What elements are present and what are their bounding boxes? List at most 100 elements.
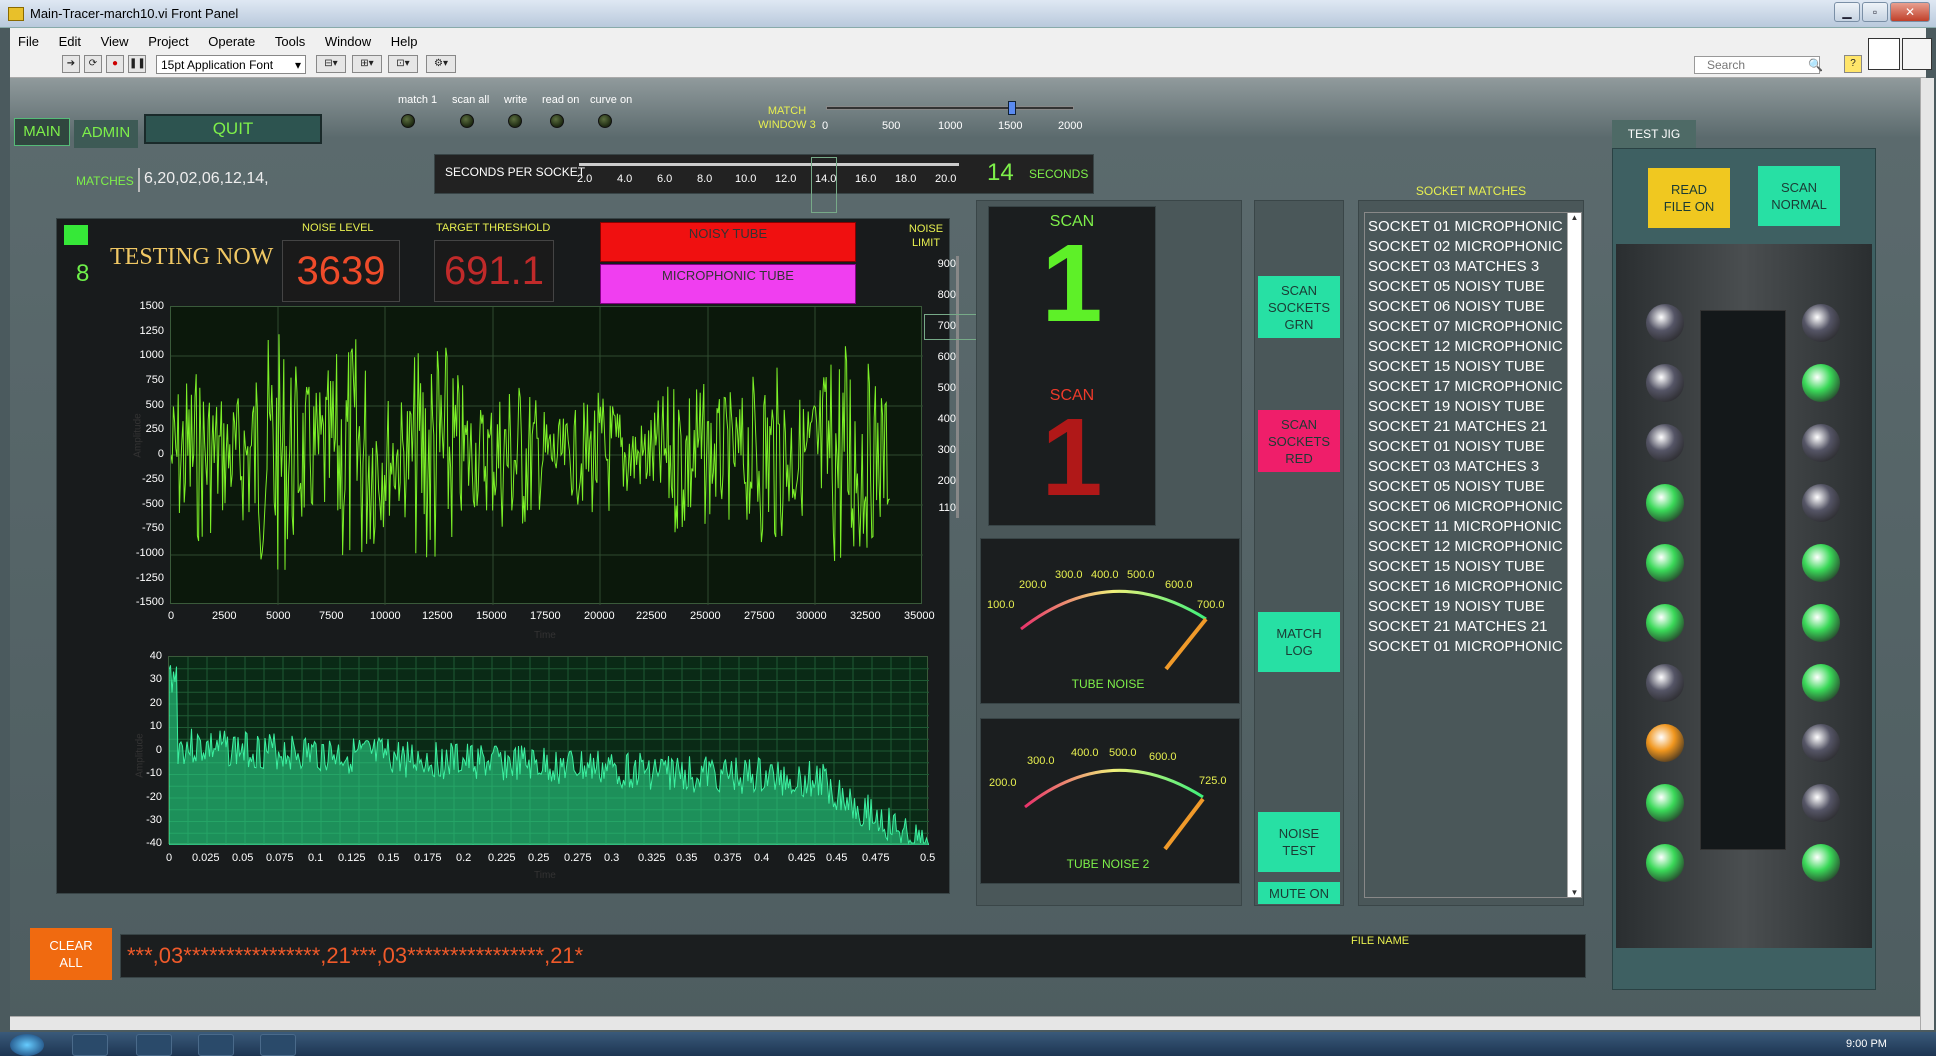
list-item[interactable]: SOCKET 02 MICROPHONIC [1368,237,1564,257]
tube-socket-right [1802,484,1840,522]
pause-icon[interactable]: ❚❚ [128,55,146,73]
list-item[interactable]: SOCKET 17 MICROPHONIC [1368,377,1564,397]
scan-sockets-grn-button[interactable]: SCAN SOCKETS GRN [1258,276,1340,338]
match-window-slider-thumb[interactable] [1008,101,1016,115]
horizontal-scrollbar[interactable] [10,1016,1920,1030]
list-item[interactable]: SOCKET 05 NOISY TUBE [1368,277,1564,297]
tab-test-jig[interactable]: TEST JIG [1612,120,1696,148]
tube-socket-left [1646,304,1684,342]
socket-matches-items: SOCKET 01 MICROPHONIC SOCKET 02 MICROPHON… [1368,217,1564,657]
distribute-icon[interactable]: ⊞▾ [352,55,382,73]
tube-noise-2-gauge: 200.0 300.0 400.0 500.0 600.0 725.0 TUBE… [980,718,1240,884]
search-input[interactable]: Search [1694,56,1820,74]
match-window-scale: 0 500 1000 1500 2000 [822,120,1083,132]
list-item[interactable]: SOCKET 16 MICROPHONIC [1368,577,1564,597]
list-item[interactable]: SOCKET 07 MICROPHONIC [1368,317,1564,337]
seconds-slider-track[interactable] [579,163,959,166]
scan-normal-button[interactable]: SCAN NORMAL [1758,166,1840,226]
labview-taskbar-icon[interactable] [198,1034,234,1056]
connector-pane-icon [1902,38,1932,70]
list-item[interactable]: SOCKET 01 MICROPHONIC [1368,637,1564,657]
list-item[interactable]: SOCKET 01 NOISY TUBE [1368,437,1564,457]
abort-icon[interactable]: ● [106,55,124,73]
gauge2-svg [1024,768,1205,851]
tab-main[interactable]: MAIN [14,118,70,146]
explorer-taskbar-icon[interactable] [136,1034,172,1056]
resize-icon[interactable]: ⊡▾ [388,55,418,73]
menu-operate[interactable]: Operate [208,34,255,49]
list-item[interactable]: SOCKET 19 NOISY TUBE [1368,397,1564,417]
help-icon[interactable]: ? [1844,55,1862,73]
reorder-icon[interactable]: ⚙▾ [426,55,456,73]
tube-socket-left [1646,664,1684,702]
list-item[interactable]: SOCKET 01 MICROPHONIC [1368,217,1564,237]
start-button-icon[interactable] [10,1034,44,1056]
file-name-label: FILE NAME [1351,935,1410,947]
menu-view[interactable]: View [101,34,129,49]
ie-taskbar-icon[interactable] [72,1034,108,1056]
menu-file[interactable]: File [18,34,39,49]
tab-admin[interactable]: ADMIN [74,120,138,148]
tube-socket-left [1646,784,1684,822]
list-item[interactable]: SOCKET 03 MATCHES 3 [1368,257,1564,277]
gauge1-label: TUBE NOISE [1071,677,1145,691]
matches-divider [138,168,140,192]
match-log-button[interactable]: MATCH LOG [1258,612,1340,672]
list-item[interactable]: SOCKET 15 NOISY TUBE [1368,557,1564,577]
list-item[interactable]: SOCKET 21 MATCHES 21 [1368,417,1564,437]
mute-on-button[interactable]: MUTE ON [1258,882,1340,904]
menu-edit[interactable]: Edit [59,34,81,49]
app-taskbar-icon[interactable] [260,1034,296,1056]
menu-window[interactable]: Window [325,34,371,49]
socket-list-scrollbar[interactable]: ▲ ▼ [1567,213,1581,897]
list-item[interactable]: SOCKET 15 NOISY TUBE [1368,357,1564,377]
list-item[interactable]: SOCKET 03 MATCHES 3 [1368,457,1564,477]
menu-tools[interactable]: Tools [275,34,305,49]
clear-all-button[interactable]: CLEAR ALL [30,928,112,980]
list-item[interactable]: SOCKET 19 NOISY TUBE [1368,597,1564,617]
minimize-button[interactable]: ▁ [1834,2,1860,22]
plot2-ylabel: Amplitude [134,733,146,778]
quit-button[interactable]: QUIT [144,114,322,144]
seconds-value: 14 [987,159,1014,186]
amplitude-time-plot[interactable] [170,306,923,605]
led-scan-all [460,114,474,128]
plot2-x-axis: 0 0.025 0.05 0.075 0.1 0.125 0.15 0.175 … [166,852,936,864]
scan-sockets-red-button[interactable]: SCAN SOCKETS RED [1258,410,1340,472]
led-label-scan-all: scan all [452,94,490,106]
socket-matches-label: SOCKET MATCHES [1415,184,1527,198]
list-item[interactable]: SOCKET 12 MICROPHONIC [1368,537,1564,557]
run-icon[interactable]: ➔ [62,55,80,73]
status-count: 8 [76,260,90,287]
menu-help[interactable]: Help [391,34,418,49]
plot2-svg [169,657,929,845]
list-item[interactable]: SOCKET 11 MICROPHONIC [1368,517,1564,537]
list-item[interactable]: SOCKET 05 NOISY TUBE [1368,477,1564,497]
read-file-on-button[interactable]: READ FILE ON [1648,168,1730,228]
seconds-scale: 2.0 4.0 6.0 8.0 10.0 12.0 14.0 16.0 18.0… [577,173,957,185]
match-window-slider-track[interactable] [826,106,1074,110]
list-item[interactable]: SOCKET 12 MICROPHONIC [1368,337,1564,357]
noise-limit-slider-track[interactable] [956,256,959,518]
menu-project[interactable]: Project [148,34,188,49]
noise-test-button[interactable]: NOISE TEST [1258,812,1340,872]
led-label-write: write [504,94,528,106]
status-text: TESTING NOW [110,244,274,270]
list-item[interactable]: SOCKET 21 MATCHES 21 [1368,617,1564,637]
tube-socket-right [1802,424,1840,462]
amplitude-spectrum-plot[interactable] [168,656,929,845]
list-item[interactable]: SOCKET 06 NOISY TUBE [1368,297,1564,317]
socket-matches-list[interactable]: SOCKET 01 MICROPHONIC SOCKET 02 MICROPHON… [1364,212,1582,898]
close-button[interactable]: ✕ [1890,2,1930,22]
align-icon[interactable]: ⊟▾ [316,55,346,73]
maximize-button[interactable]: ▫ [1862,2,1888,22]
font-select[interactable]: 15pt Application Font ▾ [156,55,306,74]
search-icon[interactable]: 🔍 [1808,58,1823,72]
run-continuously-icon[interactable]: ⟳ [84,55,102,73]
led-match1 [401,114,415,128]
list-item[interactable]: SOCKET 06 MICROPHONIC [1368,497,1564,517]
vertical-scrollbar[interactable] [1920,78,1934,1030]
gauge1-svg [1020,589,1208,671]
tube-socket-right [1802,364,1840,402]
target-threshold-label: TARGET THRESHOLD [436,222,551,234]
